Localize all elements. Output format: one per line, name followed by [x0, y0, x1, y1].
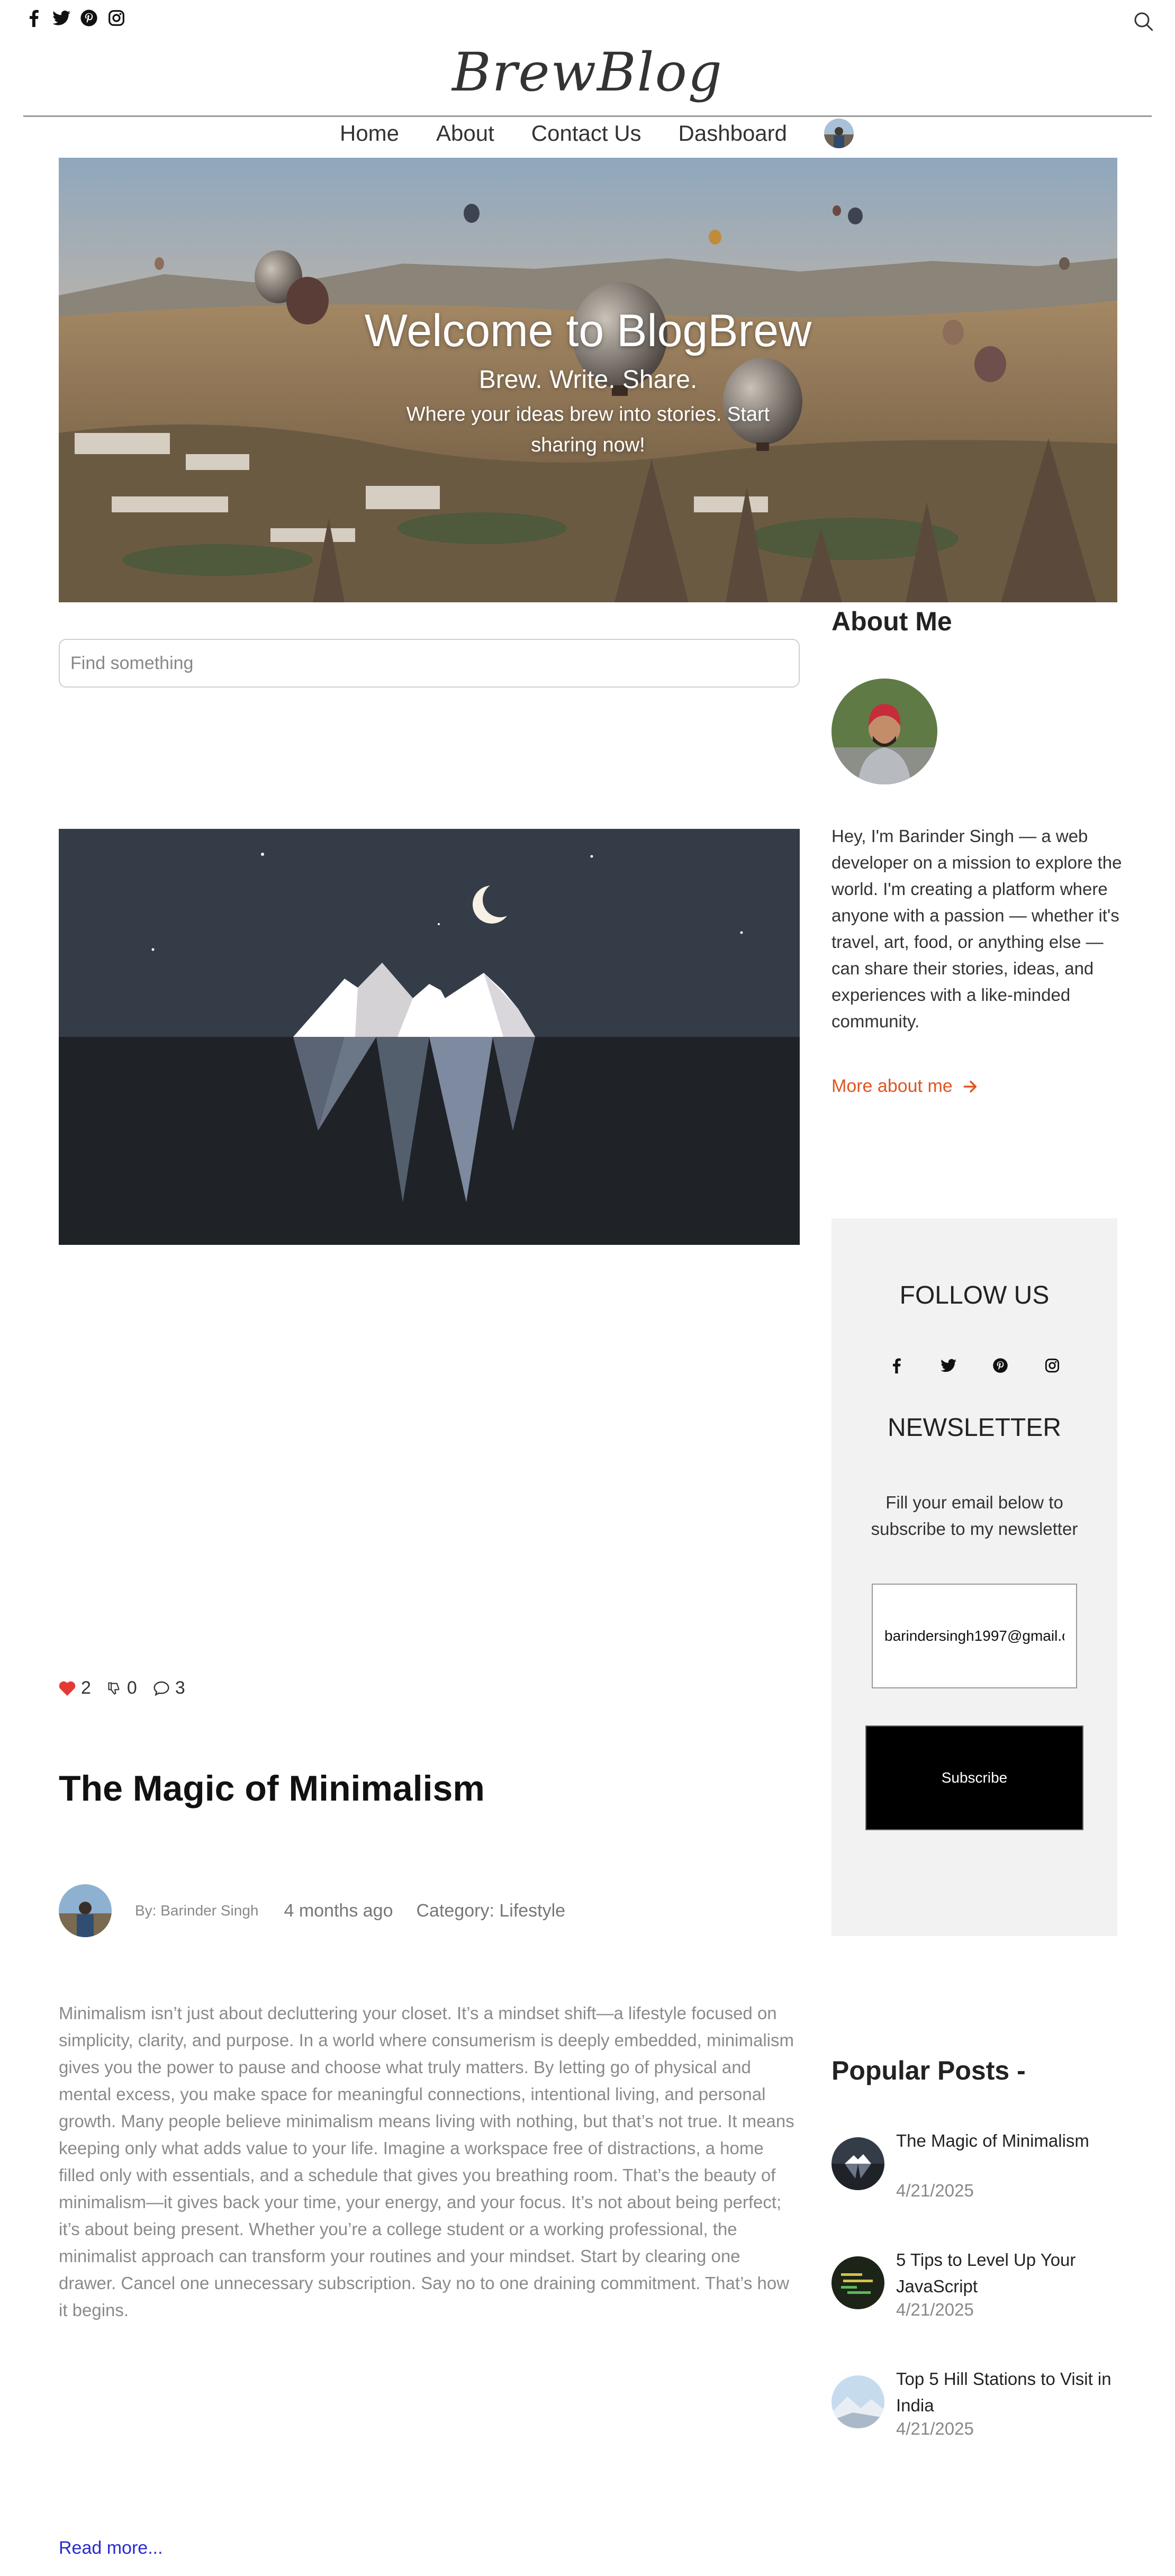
instagram-icon[interactable] — [1043, 1356, 1062, 1375]
facebook-icon[interactable] — [24, 8, 43, 28]
hero-subtitle: Where your ideas brew into stories. Star… — [406, 403, 770, 456]
newsletter-description: Fill your email below to subscribe to my… — [871, 1493, 1078, 1539]
popular-post-title[interactable]: 5 Tips to Level Up Your JavaScript — [896, 2247, 1124, 2300]
dislike-count: 0 — [126, 1678, 137, 1698]
search-icon[interactable] — [1133, 11, 1154, 32]
social-links-top — [24, 8, 126, 28]
post-excerpt: Minimalism isn’t just about decluttering… — [59, 2003, 794, 2320]
dislike-button[interactable]: 0 — [107, 1678, 137, 1698]
popular-post-title[interactable]: Top 5 Hill Stations to Visit in India — [896, 2366, 1124, 2419]
read-more-link[interactable]: Read more... — [59, 2538, 163, 2559]
more-about-me-label: More about me — [831, 1076, 953, 1096]
newsletter-heading: NEWSLETTER — [887, 1414, 1062, 1442]
nav-contact-us[interactable]: Contact Us — [531, 121, 641, 146]
nav-dashboard[interactable]: Dashboard — [679, 121, 787, 146]
post-category[interactable]: Category: Lifestyle — [417, 1901, 566, 1921]
popular-post-item[interactable]: 5 Tips to Level Up Your JavaScript 4/21/… — [831, 2247, 1128, 2326]
comment-button[interactable]: 3 — [153, 1678, 185, 1698]
popular-post-date: 4/21/2025 — [896, 2300, 974, 2319]
popular-post-item[interactable]: Top 5 Hill Stations to Visit in India 4/… — [831, 2366, 1128, 2445]
more-about-me-link[interactable]: More about me — [831, 1076, 978, 1097]
hero-tagline: Brew. Write. Share. — [478, 366, 698, 394]
popular-post-thumbnail — [831, 2137, 884, 2190]
popular-post-title[interactable]: The Magic of Minimalism — [896, 2128, 1124, 2154]
header-divider — [23, 115, 1152, 117]
follow-newsletter-panel: FOLLOW US NEWSLETTER Fill your email bel… — [831, 1218, 1117, 1936]
like-button[interactable]: 2 — [59, 1678, 91, 1698]
pinterest-icon[interactable] — [991, 1356, 1010, 1375]
subscribe-button[interactable]: Subscribe — [865, 1725, 1083, 1830]
twitter-icon[interactable] — [52, 8, 71, 28]
author-avatar — [59, 1884, 112, 1937]
site-logo[interactable]: BrewBlog — [0, 41, 1175, 103]
post-featured-image[interactable] — [59, 829, 800, 1245]
user-avatar[interactable] — [824, 119, 854, 148]
newsletter-email-input[interactable] — [872, 1584, 1077, 1688]
popular-post-item[interactable]: The Magic of Minimalism 4/21/2025 — [831, 2128, 1128, 2207]
top-bar — [0, 0, 1175, 42]
popular-posts-heading: Popular Posts - — [831, 2056, 1026, 2085]
comment-count: 3 — [175, 1678, 185, 1698]
post-reactions: 2 0 3 — [59, 1678, 185, 1698]
about-text: Hey, I'm Barinder Singh — a web develope… — [831, 826, 1122, 1031]
search-input[interactable] — [59, 639, 800, 688]
about-avatar — [831, 679, 937, 784]
twitter-icon[interactable] — [939, 1356, 958, 1375]
follow-us-heading: FOLLOW US — [899, 1281, 1050, 1309]
facebook-icon[interactable] — [887, 1356, 906, 1375]
main-nav: Home About Contact Us Dashboard — [0, 119, 1175, 148]
post-meta: By: Barinder Singh 4 months ago Category… — [59, 1884, 589, 1937]
hero-banner: Welcome to BlogBrew Brew. Write. Share. … — [59, 158, 1117, 602]
nav-about[interactable]: About — [436, 121, 494, 146]
popular-post-thumbnail — [831, 2375, 884, 2428]
pinterest-icon[interactable] — [79, 8, 98, 28]
instagram-icon[interactable] — [107, 8, 126, 28]
like-count: 2 — [81, 1678, 91, 1698]
arrow-right-icon — [963, 1080, 977, 1092]
hero-title: Welcome to BlogBrew — [364, 305, 812, 356]
popular-post-thumbnail — [831, 2256, 884, 2309]
post-date: 4 months ago — [284, 1900, 393, 1921]
post-title[interactable]: The Magic of Minimalism — [59, 1768, 485, 1809]
popular-post-date: 4/21/2025 — [896, 2181, 974, 2200]
follow-social-links — [831, 1356, 1117, 1375]
post-author: By: Barinder Singh — [135, 1902, 259, 1919]
nav-home[interactable]: Home — [340, 121, 399, 146]
about-heading: About Me — [831, 607, 952, 636]
popular-post-date: 4/21/2025 — [896, 2419, 974, 2438]
